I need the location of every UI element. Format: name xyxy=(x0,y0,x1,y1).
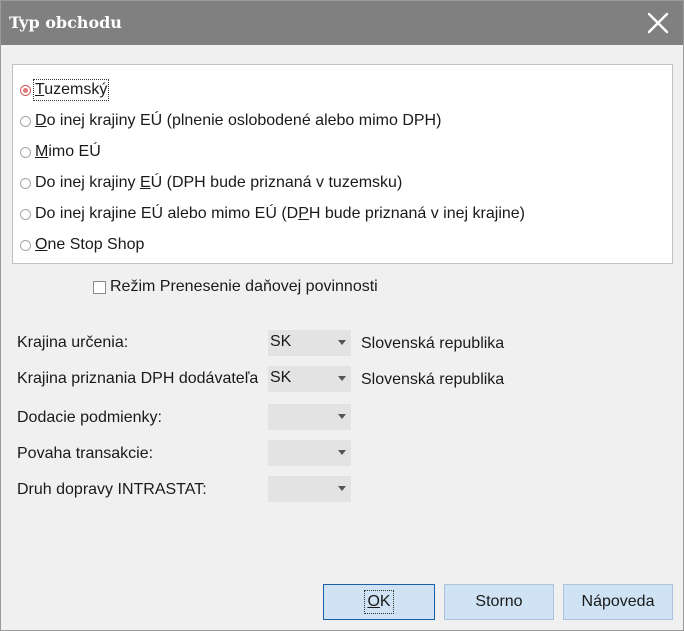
radio-outside-eu[interactable]: Mimo EÚ xyxy=(20,141,101,163)
radio-eu-exempt[interactable]: Do inej krajiny EÚ (plnenie oslobodené a… xyxy=(20,110,441,132)
combo-value: SK xyxy=(270,369,292,386)
radio-label: Tuzemský xyxy=(32,79,110,101)
radio-label: Do inej krajine EÚ alebo mimo EÚ (DPH bu… xyxy=(35,205,525,222)
reverse-charge-checkbox[interactable] xyxy=(93,280,106,294)
intrastat-transport-label: Druh dopravy INTRASTAT: xyxy=(17,481,207,498)
chevron-down-icon xyxy=(338,340,346,345)
chevron-down-icon xyxy=(338,450,346,455)
close-icon xyxy=(647,12,669,34)
ok-button[interactable]: OK xyxy=(323,584,435,620)
radio-button[interactable] xyxy=(20,208,31,220)
dialog-title: Typ obchodu xyxy=(9,13,122,32)
radio-button[interactable] xyxy=(20,177,31,189)
cancel-button[interactable]: Storno xyxy=(444,584,554,620)
radio-button[interactable] xyxy=(20,146,31,158)
radio-domestic[interactable]: Tuzemský xyxy=(20,79,110,101)
transaction-nature-select[interactable] xyxy=(268,440,351,466)
ok-button-label: OK xyxy=(364,590,394,614)
trade-type-dialog: Typ obchodu Tuzemský Do inej krajiny EÚ … xyxy=(0,0,684,631)
destination-country-label: Krajina určenia: xyxy=(17,334,129,351)
chevron-down-icon xyxy=(338,414,346,419)
radio-button[interactable] xyxy=(20,239,31,251)
combo-value: SK xyxy=(270,333,292,350)
chevron-down-icon xyxy=(338,486,346,491)
reverse-charge-label: Režim Prenesenie daňovej povinnosti xyxy=(110,278,378,295)
radio-label: Do inej krajiny EÚ (plnenie oslobodené a… xyxy=(35,112,442,129)
delivery-terms-label: Dodacie podmienky: xyxy=(17,409,162,426)
chevron-down-icon xyxy=(338,376,346,381)
destination-country-name: Slovenská republika xyxy=(361,335,505,352)
trade-type-group: Tuzemský Do inej krajiny EÚ (plnenie osl… xyxy=(12,64,673,264)
radio-button[interactable] xyxy=(20,84,31,96)
close-button[interactable] xyxy=(643,9,673,37)
radio-one-stop-shop[interactable]: One Stop Shop xyxy=(20,234,144,256)
transaction-nature-label: Povaha transakcie: xyxy=(17,445,154,462)
radio-label: One Stop Shop xyxy=(35,236,145,253)
delivery-terms-select[interactable] xyxy=(268,404,351,430)
supplier-vat-country-name: Slovenská republika xyxy=(361,371,505,388)
radio-button[interactable] xyxy=(20,115,31,127)
help-button[interactable]: Nápoveda xyxy=(563,584,673,620)
radio-label: Do inej krajiny EÚ (DPH bude priznaná v … xyxy=(35,174,403,191)
intrastat-transport-select[interactable] xyxy=(268,476,351,502)
title-bar: Typ obchodu xyxy=(1,1,683,45)
supplier-vat-country-select[interactable]: SK xyxy=(268,366,351,392)
supplier-vat-country-label: Krajina priznania DPH dodávateľa xyxy=(17,370,259,387)
radio-label: Mimo EÚ xyxy=(35,143,101,160)
destination-country-select[interactable]: SK xyxy=(268,330,351,356)
reverse-charge-checkbox-row[interactable]: Režim Prenesenie daňovej povinnosti xyxy=(93,276,378,298)
radio-eu-domestic-vat[interactable]: Do inej krajiny EÚ (DPH bude priznaná v … xyxy=(20,172,402,194)
radio-foreign-vat[interactable]: Do inej krajine EÚ alebo mimo EÚ (DPH bu… xyxy=(20,203,525,225)
